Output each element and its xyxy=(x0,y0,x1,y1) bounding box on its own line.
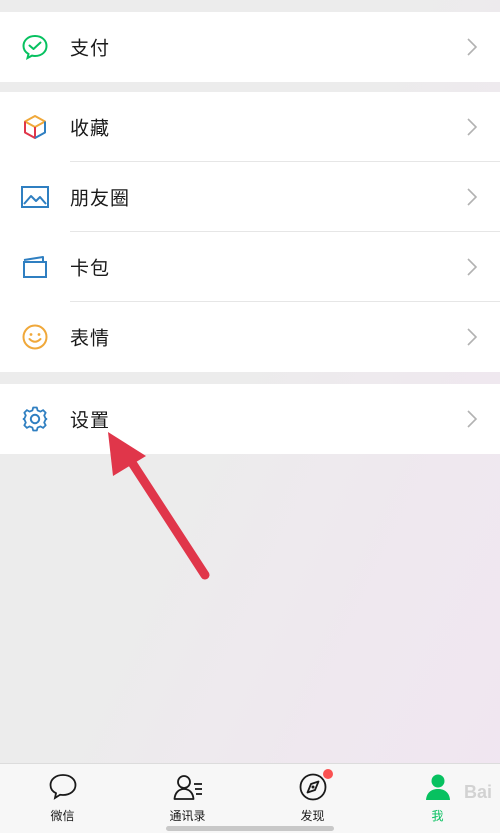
me-person-icon xyxy=(422,772,454,802)
menu-item-label: 设置 xyxy=(70,409,111,432)
menu-item-label: 卡包 xyxy=(70,257,111,280)
menu-item-favorites[interactable]: 收藏 xyxy=(0,92,500,162)
home-indicator[interactable] xyxy=(166,826,334,831)
menu-group-pay: 支付 xyxy=(0,12,500,82)
favorites-cube-icon xyxy=(20,112,50,142)
tab-label: 通讯录 xyxy=(169,809,206,823)
contacts-icon xyxy=(172,772,204,802)
chevron-right-icon xyxy=(467,38,478,56)
moments-image-icon xyxy=(20,182,50,212)
notification-dot xyxy=(322,769,333,779)
menu-item-pay[interactable]: 支付 xyxy=(0,12,500,82)
chevron-right-icon xyxy=(467,118,478,136)
tab-label: 微信 xyxy=(50,809,75,823)
tab-label: 发现 xyxy=(300,809,325,823)
watermark-text: Bai xyxy=(463,782,492,802)
menu-item-label: 收藏 xyxy=(70,117,111,140)
menu-item-label: 表情 xyxy=(70,327,111,350)
chevron-right-icon xyxy=(467,258,478,276)
menu-item-label: 朋友圈 xyxy=(70,187,131,210)
tab-label: 我 xyxy=(431,809,444,823)
chevron-right-icon xyxy=(467,188,478,206)
menu-group-discover: 收藏 朋友圈 卡包 表情 xyxy=(0,92,500,372)
smiley-icon xyxy=(20,322,50,352)
chevron-right-icon xyxy=(467,328,478,346)
chevron-right-icon xyxy=(467,410,478,428)
bottom-tab-bar: 微信 通讯录 发现 我 xyxy=(0,763,500,833)
menu-item-label: 支付 xyxy=(70,37,111,60)
tab-discover[interactable]: 发现 xyxy=(250,764,375,833)
menu-item-settings[interactable]: 设置 xyxy=(0,384,500,454)
menu-item-stickers[interactable]: 表情 xyxy=(0,302,500,372)
tab-contacts[interactable]: 通讯录 xyxy=(125,764,250,833)
menu-item-moments[interactable]: 朋友圈 xyxy=(0,162,500,232)
wechat-pay-icon xyxy=(20,32,50,62)
card-wallet-icon xyxy=(20,252,50,282)
gear-icon xyxy=(20,404,50,434)
compass-icon xyxy=(297,769,333,802)
menu-item-card-wallet[interactable]: 卡包 xyxy=(0,232,500,302)
menu-group-settings: 设置 xyxy=(0,384,500,454)
chat-bubble-icon xyxy=(47,772,79,802)
tab-chats[interactable]: 微信 xyxy=(0,764,125,833)
